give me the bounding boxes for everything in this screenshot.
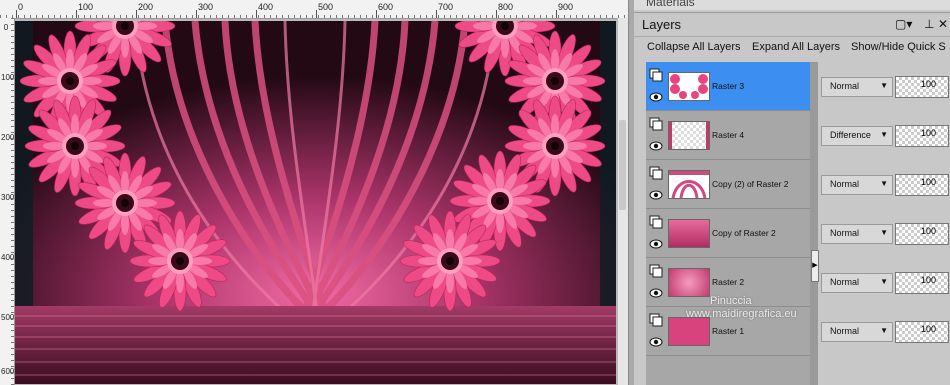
panel-splitter[interactable] (810, 62, 818, 385)
horizontal-ruler: 0 100 200 300 400 500 600 700 800 900 (0, 0, 628, 19)
ruler-label: 900 (558, 2, 574, 12)
panel-menu-icon[interactable]: ▢▾ (895, 17, 912, 31)
opacity-value: 100 (920, 177, 936, 187)
blend-mode-select[interactable]: Difference ▼ (821, 126, 893, 146)
blend-mode-value: Normal (830, 326, 860, 336)
layer-row-copy-of-raster-2[interactable]: Copy of Raster 2 (646, 209, 810, 258)
layer-name: Copy of Raster 2 (712, 228, 776, 238)
opacity-value: 100 (920, 275, 936, 285)
layer-thumbnail (668, 72, 710, 101)
ruler-label: 800 (498, 2, 514, 12)
visibility-eye-icon[interactable] (649, 188, 663, 202)
raster-layer-icon (649, 68, 663, 82)
ruler-label: 200 (138, 2, 154, 12)
expand-arrow-icon[interactable]: ▶ (811, 250, 819, 282)
watermark: Pinuccia www.maidiregrafica.eu (686, 295, 797, 321)
blend-mode-value: Normal (830, 277, 860, 287)
layer-thumbnail (668, 170, 710, 199)
layer-name: Raster 4 (712, 130, 745, 140)
chevron-down-icon: ▼ (880, 277, 888, 286)
ruler-label: 100 (78, 2, 94, 12)
opacity-field[interactable]: 100 (895, 272, 949, 294)
pin-icon[interactable]: ⊥ (924, 17, 934, 31)
chevron-down-icon: ▼ (880, 130, 888, 139)
ruler-label: 100 (1, 73, 15, 82)
scrollbar-thumb[interactable] (619, 120, 626, 210)
visibility-eye-icon[interactable] (649, 90, 663, 104)
ruler-label: 400 (1, 253, 15, 262)
layer-name: Copy (2) of Raster 2 (712, 179, 789, 189)
blend-mode-value: Difference (830, 130, 871, 140)
collapse-all-button[interactable]: Collapse All Layers (647, 41, 741, 53)
chevron-down-icon: ▼ (880, 228, 888, 237)
vertical-ruler: 0 100 200 300 400 500 600 (0, 18, 15, 385)
expand-all-button[interactable]: Expand All Layers (752, 41, 840, 53)
blend-mode-select[interactable]: Normal ▼ (821, 77, 893, 97)
ruler-label: 300 (1, 193, 15, 202)
chevron-down-icon: ▼ (880, 179, 888, 188)
layer-thumbnail (668, 121, 710, 150)
watermark-url: www.maidiregrafica.eu (686, 308, 797, 320)
visibility-eye-icon[interactable] (649, 335, 663, 349)
ruler-label: 0 (3, 23, 9, 32)
blend-mode-select[interactable]: Normal ▼ (821, 224, 893, 244)
chevron-down-icon: ▼ (880, 326, 888, 335)
opacity-field[interactable]: 100 (895, 174, 949, 196)
ruler-label: 600 (378, 2, 394, 12)
show-hide-quick-button[interactable]: Show/Hide Quick S (851, 41, 946, 53)
visibility-eye-icon[interactable] (649, 286, 663, 300)
opacity-field[interactable]: 100 (895, 321, 949, 343)
blend-mode-value: Normal (830, 81, 860, 91)
watermark-author: Pinuccia (710, 295, 752, 307)
opacity-value: 100 (920, 128, 936, 138)
ruler-label: 600 (1, 367, 15, 376)
ruler-label: 500 (318, 2, 334, 12)
opacity-value: 100 (920, 324, 936, 334)
visibility-eye-icon[interactable] (649, 237, 663, 251)
layer-name: Raster 3 (712, 81, 745, 91)
panel-title: Layers (642, 17, 682, 32)
blend-mode-value: Normal (830, 228, 860, 238)
close-icon[interactable]: ✕ (938, 17, 948, 31)
layer-thumbnail (668, 268, 710, 297)
layer-row-copy-2-of-raster-2[interactable]: Copy (2) of Raster 2 (646, 160, 810, 209)
layer-thumbnail (668, 317, 710, 346)
raster-layer-icon (649, 166, 663, 180)
raster-layer-icon (649, 313, 663, 327)
ruler-label: 700 (438, 2, 454, 12)
blend-mode-value: Normal (830, 179, 860, 189)
raster-layer-icon (649, 117, 663, 131)
blend-mode-select[interactable]: Normal ▼ (821, 175, 893, 195)
ruler-label: 200 (1, 133, 15, 142)
artwork (15, 21, 616, 384)
blend-mode-select[interactable]: Normal ▼ (821, 322, 893, 342)
layer-thumbnail (668, 219, 710, 248)
opacity-value: 100 (920, 226, 936, 236)
layer-row-raster-3[interactable]: Raster 3 (646, 62, 810, 111)
raster-layer-icon (649, 264, 663, 278)
layer-name: Raster 2 (712, 277, 745, 287)
visibility-eye-icon[interactable] (649, 139, 663, 153)
layer-row-raster-4[interactable]: Raster 4 (646, 111, 810, 160)
materials-panel-header[interactable]: Materials (634, 0, 950, 10)
ruler-label: 500 (1, 313, 15, 322)
opacity-value: 100 (920, 79, 936, 89)
ruler-label: 300 (198, 2, 214, 12)
image-canvas[interactable] (15, 21, 616, 384)
opacity-field[interactable]: 100 (895, 76, 949, 98)
ruler-label: 0 (18, 2, 24, 12)
opacity-field[interactable]: 100 (895, 125, 949, 147)
materials-title: Materials (646, 0, 695, 9)
blend-mode-select[interactable]: Normal ▼ (821, 273, 893, 293)
raster-layer-icon (649, 215, 663, 229)
opacity-field[interactable]: 100 (895, 223, 949, 245)
ruler-label: 400 (258, 2, 274, 12)
layer-name: Raster 1 (712, 326, 745, 336)
chevron-down-icon: ▼ (880, 81, 888, 90)
